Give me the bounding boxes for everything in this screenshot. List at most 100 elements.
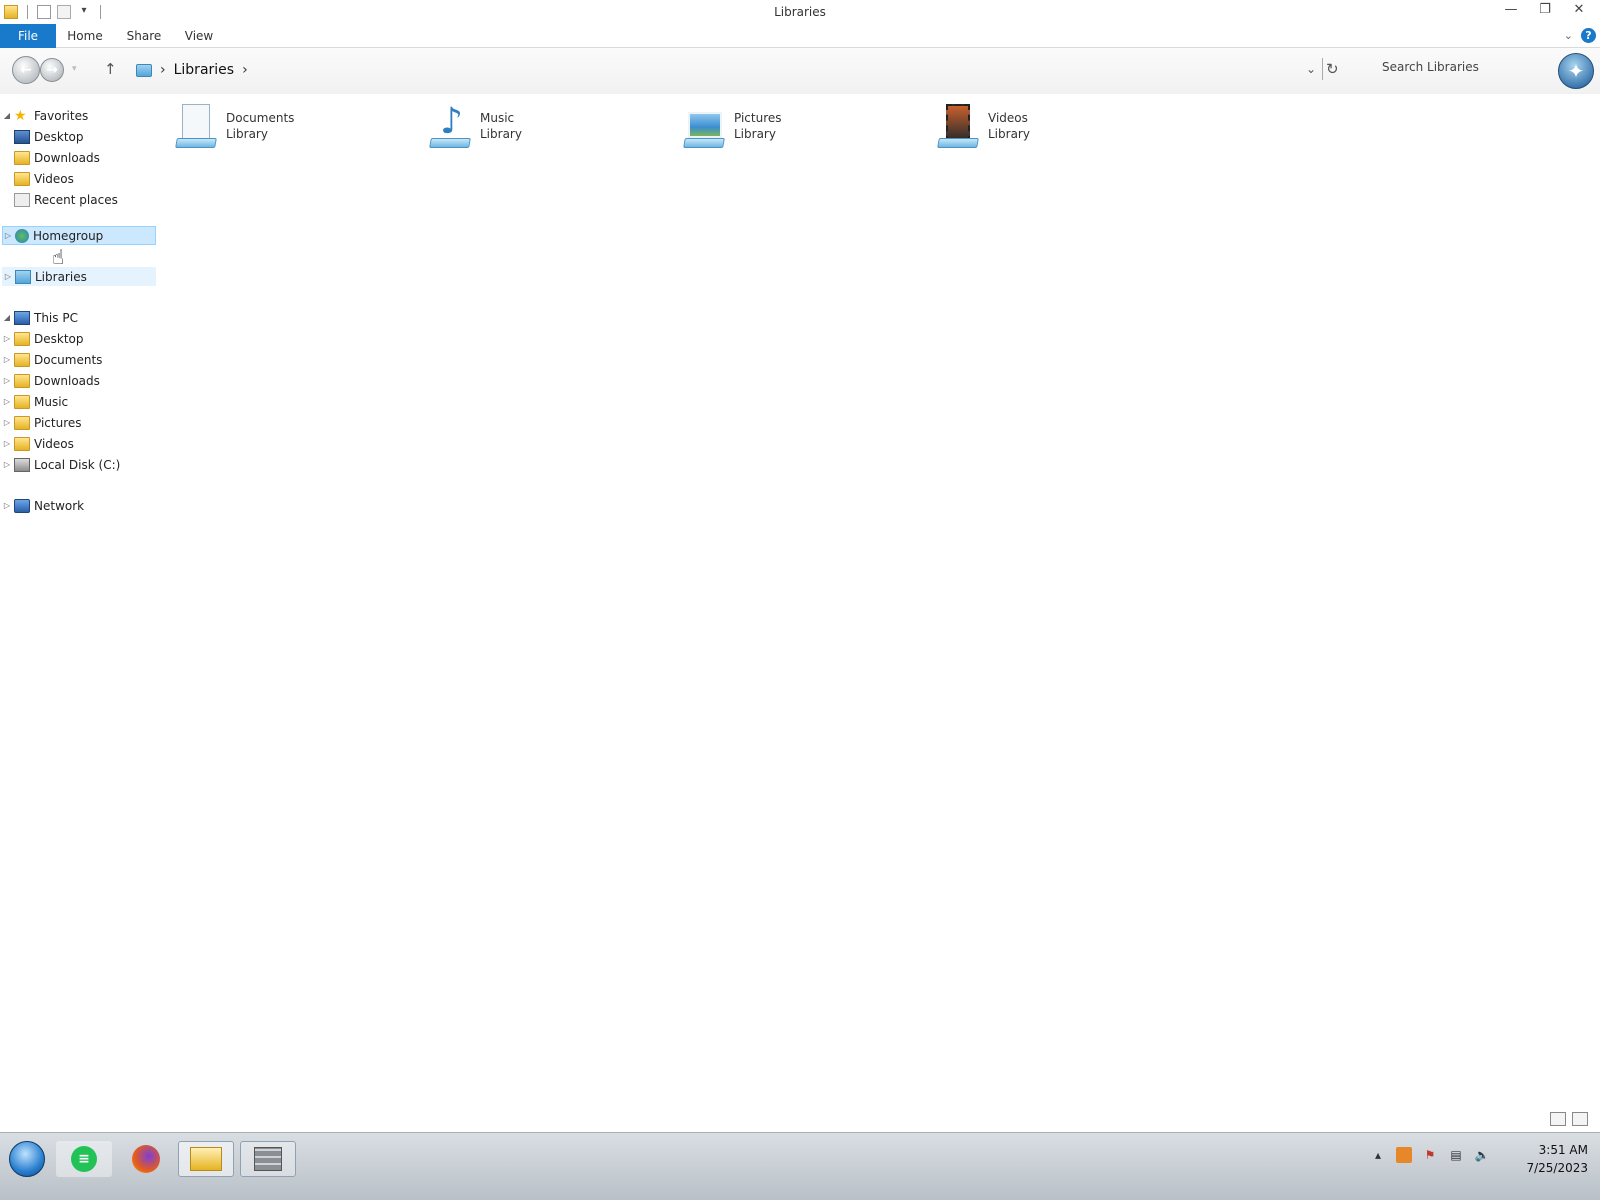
new-folder-icon[interactable] [57,5,71,19]
videos-icon [14,171,30,186]
nav-favorites-downloads[interactable]: Downloads [2,148,156,167]
large-icons-view-icon[interactable] [1572,1112,1588,1126]
expanded-icon[interactable]: ◢ [2,313,12,322]
nav-favorites-videos[interactable]: Videos [2,169,156,188]
videos-folder-icon [14,436,30,451]
back-button[interactable]: ← [12,56,40,84]
library-item-music[interactable]: ♪ Music Library [426,100,646,152]
volume-icon[interactable]: 🔈 [1474,1147,1490,1163]
minimize-button[interactable]: — [1496,0,1526,18]
nav-pc-downloads[interactable]: ▷ Downloads [2,371,156,390]
up-button[interactable]: ↑ [104,60,117,78]
ribbon-tabs: File Home Share View ⌄ ? [0,24,1600,48]
hand-cursor-icon: ☝ [52,245,65,269]
action-center-icon[interactable]: ⚑ [1422,1147,1438,1163]
downloads-folder-icon [14,373,30,388]
tray-app-icon[interactable] [1396,1147,1412,1163]
customize-toolbar-icon[interactable]: ▾ [77,5,91,19]
desktop-folder-icon [14,331,30,346]
breadcrumb[interactable]: › Libraries › [136,58,248,82]
collapsed-icon[interactable]: ▷ [2,418,12,427]
nav-favorites-desktop[interactable]: Desktop [2,127,156,146]
clock[interactable]: 3:51 AM 7/25/2023 [1526,1141,1588,1177]
nav-label: Favorites [34,108,89,123]
library-name: Music [480,111,515,125]
address-separator [1322,58,1323,80]
nav-label: Music [34,394,69,409]
downloads-icon [14,150,30,165]
library-item-pictures[interactable]: Pictures Library [680,100,900,152]
taskbar-app-button[interactable]: ≡ [56,1141,112,1177]
address-bar: ← → ▾ ↑ › Libraries › ⌄ ↻ Search Librari… [0,48,1600,94]
network-icon [14,498,30,513]
nav-label: This PC [34,310,78,325]
search-input[interactable]: Search Libraries [1382,60,1542,74]
nav-pc-desktop[interactable]: ▷ Desktop [2,329,156,348]
drive-icon [14,457,30,472]
taskbar-firewall-button[interactable] [240,1141,296,1177]
collapsed-icon[interactable]: ▷ [2,501,12,510]
collapsed-icon[interactable]: ▷ [2,439,12,448]
collapsed-icon[interactable]: ▷ [2,334,12,343]
show-hidden-icons-icon[interactable]: ▴ [1370,1147,1386,1163]
nav-label: Pictures [34,415,82,430]
expand-ribbon-icon[interactable]: ⌄ [1564,29,1573,42]
nav-favorites[interactable]: ◢ ★ Favorites [2,106,156,125]
nav-pc-pictures[interactable]: ▷ Pictures [2,413,156,432]
title-bar: ▾ Libraries — ❐ ✕ [0,0,1600,24]
address-dropdown-icon[interactable]: ⌄ [1306,62,1316,76]
chevron-right-icon[interactable]: › [242,62,248,78]
refresh-icon[interactable]: ↻ [1326,60,1339,78]
forward-button[interactable]: → [40,58,64,82]
tab-home[interactable]: Home [66,24,104,48]
nav-label: Local Disk (C:) [34,457,121,472]
firefox-icon [132,1145,160,1173]
collapsed-icon[interactable]: ▷ [3,272,13,281]
taskbar-firefox-button[interactable] [118,1141,174,1177]
library-item-videos[interactable]: Videos Library [934,100,1154,152]
search-orb-icon[interactable]: ✦ [1558,53,1594,89]
nav-label: Homegroup [33,228,104,243]
details-view-icon[interactable] [1550,1112,1566,1126]
collapsed-icon[interactable]: ▷ [3,231,13,240]
nav-label: Recent places [34,192,118,207]
properties-icon[interactable] [37,5,51,19]
collapsed-icon[interactable]: ▷ [2,397,12,406]
nav-pc-documents[interactable]: ▷ Documents [2,350,156,369]
nav-homegroup[interactable]: ▷ Homegroup [2,226,156,245]
collapsed-icon[interactable]: ▷ [2,355,12,364]
tab-share[interactable]: Share [124,24,164,48]
nav-pc-videos[interactable]: ▷ Videos [2,434,156,453]
firewall-icon [254,1147,282,1171]
expanded-icon[interactable]: ◢ [2,111,12,120]
nav-network[interactable]: ▷ Network [2,496,156,515]
restore-button[interactable]: ❐ [1530,0,1560,18]
nav-label: Videos [34,171,74,186]
library-item-documents[interactable]: Documents Library [172,100,392,152]
collapsed-icon[interactable]: ▷ [2,376,12,385]
tab-view[interactable]: View [184,24,214,48]
nav-this-pc[interactable]: ◢ This PC [2,308,156,327]
network-status-icon[interactable]: ▤ [1448,1147,1464,1163]
nav-label: Desktop [34,129,84,144]
collapsed-icon[interactable]: ▷ [2,460,12,469]
recent-locations-icon[interactable]: ▾ [72,64,77,74]
start-button[interactable] [2,1141,52,1177]
clock-date: 7/25/2023 [1526,1161,1588,1175]
libraries-icon [136,63,152,77]
breadcrumb-item[interactable]: Libraries [174,62,234,78]
nav-pc-local-disk[interactable]: ▷ Local Disk (C:) [2,455,156,474]
toolbar-separator [100,5,101,19]
close-button[interactable]: ✕ [1564,0,1594,18]
clock-time: 3:51 AM [1538,1143,1588,1157]
nav-favorites-recent-places[interactable]: Recent places [2,190,156,209]
content-pane: Documents Library ♪ Music Library Pictur… [158,96,1600,1132]
folder-icon[interactable] [4,5,18,19]
tab-file[interactable]: File [0,24,56,48]
chevron-right-icon[interactable]: › [160,62,166,78]
taskbar-explorer-button[interactable] [178,1141,234,1177]
pictures-library-icon [680,102,728,150]
help-icon[interactable]: ? [1581,28,1596,43]
nav-libraries[interactable]: ▷ Libraries [2,267,156,286]
nav-pc-music[interactable]: ▷ Music [2,392,156,411]
